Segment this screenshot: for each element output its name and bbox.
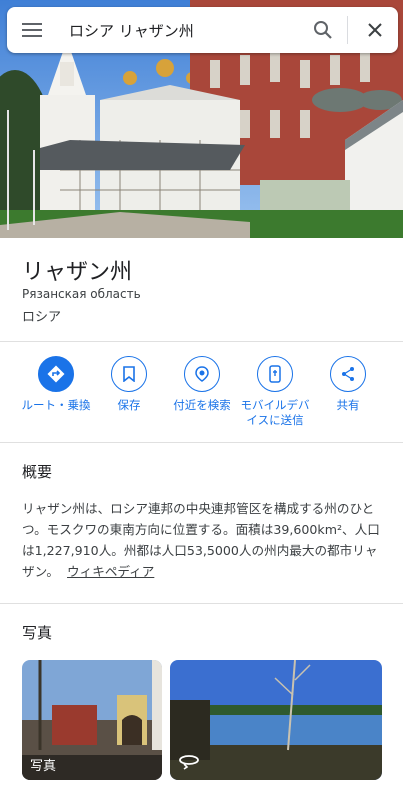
panorama-thumbnail[interactable]: [170, 660, 382, 780]
place-country: ロシア: [22, 310, 62, 325]
search-icon[interactable]: [303, 7, 343, 53]
action-row: ルート・乗換 保存 付近を検索 モバイルデバイスに送信 共有: [0, 356, 403, 432]
nearby-icon: [184, 356, 220, 392]
photos-heading: 写真: [22, 624, 53, 642]
wikipedia-link[interactable]: ウィキペディア: [67, 564, 154, 579]
directions-button[interactable]: ルート・乗換: [16, 356, 96, 413]
send-to-phone-icon: [257, 356, 293, 392]
place-title: リャザン州: [22, 260, 133, 285]
send-to-phone-button[interactable]: モバイルデバイスに送信: [235, 356, 315, 428]
nearby-label: 付近を検索: [173, 398, 231, 412]
bookmark-icon: [111, 356, 147, 392]
share-button[interactable]: 共有: [308, 356, 388, 413]
directions-label: ルート・乗換: [21, 398, 91, 412]
divider: [0, 603, 403, 604]
divider: [0, 341, 403, 342]
search-bar[interactable]: ロシア リャザン州: [7, 7, 398, 53]
photo-thumbnail[interactable]: 写真: [22, 660, 162, 780]
menu-icon[interactable]: [7, 7, 57, 53]
search-divider: [347, 16, 348, 44]
share-label: 共有: [336, 398, 360, 412]
divider: [0, 442, 403, 443]
overview-heading: 概要: [22, 463, 53, 481]
share-icon: [330, 356, 366, 392]
place-native-name: Рязанская область: [22, 287, 141, 301]
close-icon[interactable]: [352, 7, 398, 53]
directions-icon: [38, 356, 74, 392]
send-to-phone-label: モバイルデバイスに送信: [240, 398, 310, 427]
overview-text-block: リャザン州は、ロシア連邦の中央連邦管区を構成する州のひとつ。モスクワの東南方向に…: [22, 498, 384, 582]
nearby-button[interactable]: 付近を検索: [162, 356, 242, 413]
photo-label: 写真: [30, 759, 57, 774]
save-button[interactable]: 保存: [89, 356, 169, 413]
search-input[interactable]: ロシア リャザン州: [57, 20, 303, 41]
panorama-360-icon: [178, 752, 200, 774]
save-label: 保存: [117, 398, 141, 412]
